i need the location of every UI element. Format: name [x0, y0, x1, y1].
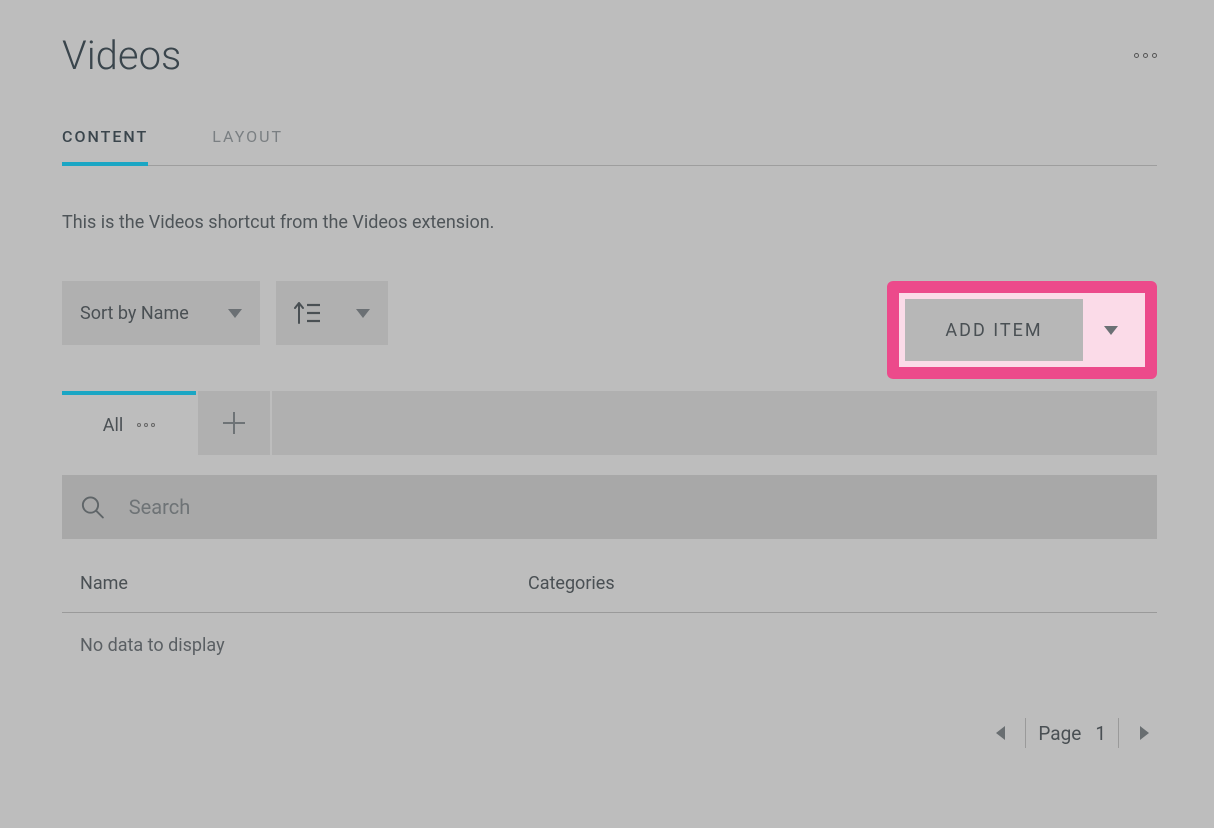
tab-content[interactable]: CONTENT — [62, 127, 148, 166]
page-label: Page — [1038, 722, 1081, 745]
more-options-icon[interactable] — [1134, 53, 1157, 58]
pagination: Page 1 — [62, 718, 1157, 748]
chevron-left-icon — [996, 726, 1005, 740]
current-page-number: 1 — [1095, 722, 1106, 745]
divider — [1025, 718, 1026, 748]
add-item-label: ADD ITEM — [945, 320, 1042, 341]
previous-page-button[interactable] — [987, 718, 1013, 748]
column-header-categories[interactable]: Categories — [528, 573, 615, 594]
tab-layout[interactable]: LAYOUT — [212, 127, 283, 165]
add-filter-tab-button[interactable] — [198, 391, 270, 455]
add-item-dropdown-toggle[interactable] — [1083, 299, 1139, 361]
filter-tab-all[interactable]: All — [62, 391, 196, 455]
filter-tab-all-label: All — [103, 415, 124, 436]
next-page-button[interactable] — [1131, 718, 1157, 748]
data-table: Name Categories No data to display — [62, 573, 1157, 656]
add-item-highlight: ADD ITEM — [887, 281, 1157, 379]
description-text: This is the Videos shortcut from the Vid… — [62, 212, 1157, 233]
chevron-down-icon — [228, 309, 242, 318]
chevron-down-icon — [356, 309, 370, 318]
sort-by-label: Sort by Name — [80, 303, 189, 324]
tab-bar: CONTENT LAYOUT — [62, 127, 1157, 166]
page-title: Videos — [62, 32, 181, 79]
divider — [1118, 718, 1119, 748]
search-icon — [80, 494, 105, 520]
plus-icon — [223, 412, 245, 434]
filter-tab-spacer — [272, 391, 1157, 455]
search-input[interactable] — [129, 495, 1139, 519]
sort-by-dropdown[interactable]: Sort by Name — [62, 281, 260, 345]
search-bar — [62, 475, 1157, 539]
sort-order-dropdown[interactable] — [276, 281, 388, 345]
chevron-right-icon — [1140, 726, 1149, 740]
column-header-name[interactable]: Name — [80, 573, 528, 594]
filter-tab-options-icon[interactable] — [137, 423, 155, 427]
sort-ascending-icon — [294, 301, 320, 325]
chevron-down-icon — [1104, 326, 1118, 335]
empty-state-message: No data to display — [62, 613, 1157, 656]
add-item-button[interactable]: ADD ITEM — [905, 299, 1083, 361]
